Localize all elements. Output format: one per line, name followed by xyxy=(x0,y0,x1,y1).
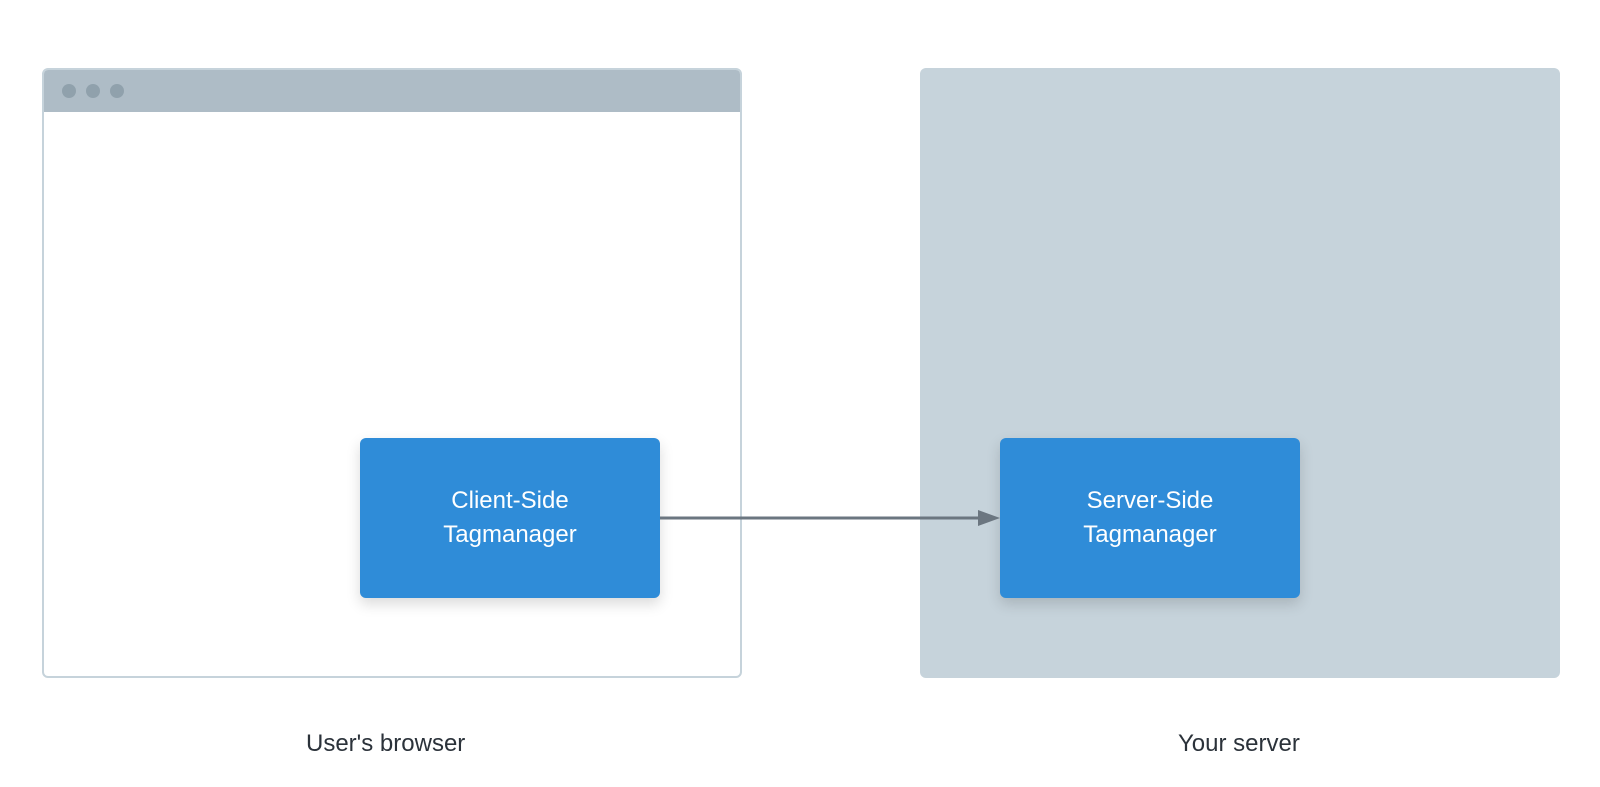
server-side-tagmanager-box: Server-Side Tagmanager xyxy=(1000,438,1300,598)
client-tag-line1: Client-Side xyxy=(451,484,568,518)
arrow-icon xyxy=(660,508,1000,528)
diagram-container: Client-Side Tagmanager Server-Side Tagma… xyxy=(0,0,1600,787)
browser-caption: User's browser xyxy=(306,730,465,758)
browser-titlebar xyxy=(44,70,740,112)
traffic-light-icon xyxy=(62,84,76,98)
server-caption: Your server xyxy=(1178,730,1300,758)
server-tag-line2: Tagmanager xyxy=(1083,518,1216,552)
traffic-light-icon xyxy=(86,84,100,98)
client-tag-line2: Tagmanager xyxy=(443,518,576,552)
server-tag-line1: Server-Side xyxy=(1087,484,1214,518)
client-side-tagmanager-box: Client-Side Tagmanager xyxy=(360,438,660,598)
traffic-light-icon xyxy=(110,84,124,98)
